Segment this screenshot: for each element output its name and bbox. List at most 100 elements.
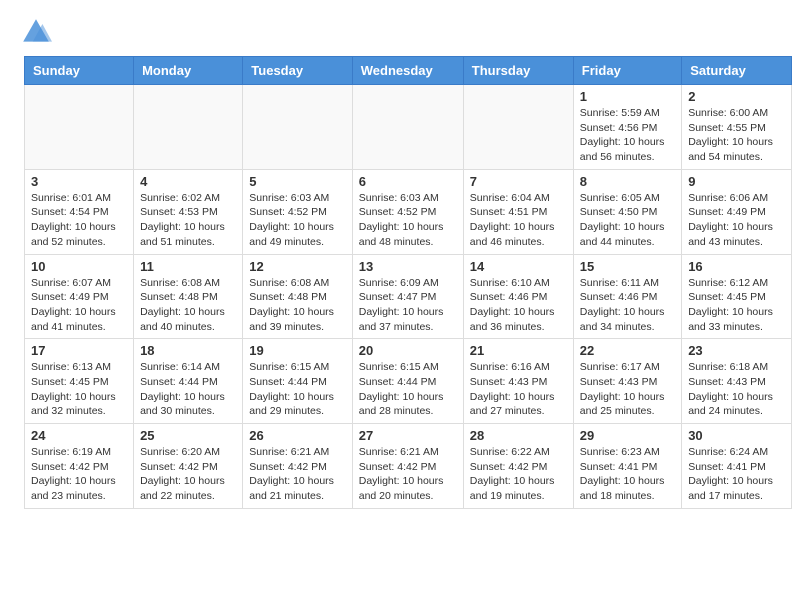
day-info: Sunrise: 6:15 AMSunset: 4:44 PMDaylight:… bbox=[359, 360, 457, 419]
calendar-cell: 4Sunrise: 6:02 AMSunset: 4:53 PMDaylight… bbox=[134, 169, 243, 254]
column-header-wednesday: Wednesday bbox=[352, 57, 463, 85]
day-number: 23 bbox=[688, 343, 785, 358]
calendar-cell: 2 Sunrise: 6:00 AMSunset: 4:55 PMDaylight… bbox=[682, 85, 792, 170]
calendar-cell bbox=[243, 85, 352, 170]
day-info: Sunrise: 6:09 AMSunset: 4:47 PMDaylight:… bbox=[359, 276, 457, 335]
calendar-cell: 21 Sunrise: 6:16 AMSunset: 4:43 PMDayligh… bbox=[463, 339, 573, 424]
day-info: Sunrise: 6:01 AMSunset: 4:54 PMDaylight:… bbox=[31, 191, 127, 250]
calendar-cell: 10Sunrise: 6:07 AMSunset: 4:49 PMDayligh… bbox=[25, 254, 134, 339]
calendar-cell bbox=[352, 85, 463, 170]
day-info: Sunrise: 5:59 AMSunset: 4:56 PMDaylight:… bbox=[580, 106, 675, 165]
day-number: 20 bbox=[359, 343, 457, 358]
calendar-cell: 26 Sunrise: 6:21 AMSunset: 4:42 PMDayligh… bbox=[243, 424, 352, 509]
day-info: Sunrise: 6:08 AMSunset: 4:48 PMDaylight:… bbox=[249, 276, 345, 335]
day-number: 18 bbox=[140, 343, 236, 358]
day-number: 10 bbox=[31, 259, 127, 274]
day-info: Sunrise: 6:12 AMSunset: 4:45 PMDaylight:… bbox=[688, 276, 785, 335]
calendar-cell: 19 Sunrise: 6:15 AMSunset: 4:44 PMDayligh… bbox=[243, 339, 352, 424]
day-number: 30 bbox=[688, 428, 785, 443]
day-info: Sunrise: 6:22 AMSunset: 4:42 PMDaylight:… bbox=[470, 445, 567, 504]
calendar-cell: 8 Sunrise: 6:05 AMSunset: 4:50 PMDaylight… bbox=[573, 169, 681, 254]
calendar-cell: 17 Sunrise: 6:13 AMSunset: 4:45 PMDayligh… bbox=[25, 339, 134, 424]
day-info: Sunrise: 6:19 AMSunset: 4:42 PMDaylight:… bbox=[31, 445, 127, 504]
calendar-cell: 29 Sunrise: 6:23 AMSunset: 4:41 PMDayligh… bbox=[573, 424, 681, 509]
day-info: Sunrise: 6:08 AMSunset: 4:48 PMDaylight:… bbox=[140, 276, 236, 335]
day-number: 12 bbox=[249, 259, 345, 274]
day-info: Sunrise: 6:13 AMSunset: 4:45 PMDaylight:… bbox=[31, 360, 127, 419]
calendar-cell bbox=[463, 85, 573, 170]
day-info: Sunrise: 6:00 AMSunset: 4:55 PMDaylight:… bbox=[688, 106, 785, 165]
day-number: 14 bbox=[470, 259, 567, 274]
calendar-cell: 27 Sunrise: 6:21 AMSunset: 4:42 PMDayligh… bbox=[352, 424, 463, 509]
calendar-cell: 24 Sunrise: 6:19 AMSunset: 4:42 PMDayligh… bbox=[25, 424, 134, 509]
day-number: 8 bbox=[580, 174, 675, 189]
day-info: Sunrise: 6:17 AMSunset: 4:43 PMDaylight:… bbox=[580, 360, 675, 419]
calendar-cell: 20 Sunrise: 6:15 AMSunset: 4:44 PMDayligh… bbox=[352, 339, 463, 424]
calendar-week-5: 24 Sunrise: 6:19 AMSunset: 4:42 PMDayligh… bbox=[25, 424, 792, 509]
day-info: Sunrise: 6:05 AMSunset: 4:50 PMDaylight:… bbox=[580, 191, 675, 250]
calendar-cell: 22 Sunrise: 6:17 AMSunset: 4:43 PMDayligh… bbox=[573, 339, 681, 424]
logo-icon bbox=[20, 16, 52, 48]
calendar-cell: 23Sunrise: 6:18 AMSunset: 4:43 PMDayligh… bbox=[682, 339, 792, 424]
calendar-cell: 5Sunrise: 6:03 AMSunset: 4:52 PMDaylight… bbox=[243, 169, 352, 254]
calendar-cell bbox=[25, 85, 134, 170]
day-info: Sunrise: 6:21 AMSunset: 4:42 PMDaylight:… bbox=[359, 445, 457, 504]
day-info: Sunrise: 6:15 AMSunset: 4:44 PMDaylight:… bbox=[249, 360, 345, 419]
day-number: 7 bbox=[470, 174, 567, 189]
column-header-sunday: Sunday bbox=[25, 57, 134, 85]
calendar-cell: 16 Sunrise: 6:12 AMSunset: 4:45 PMDayligh… bbox=[682, 254, 792, 339]
calendar-cell: 9Sunrise: 6:06 AMSunset: 4:49 PMDaylight… bbox=[682, 169, 792, 254]
header-row: SundayMondayTuesdayWednesdayThursdayFrid… bbox=[25, 57, 792, 85]
day-info: Sunrise: 6:21 AMSunset: 4:42 PMDaylight:… bbox=[249, 445, 345, 504]
calendar-cell: 11 Sunrise: 6:08 AMSunset: 4:48 PMDayligh… bbox=[134, 254, 243, 339]
calendar-cell: 13 Sunrise: 6:09 AMSunset: 4:47 PMDayligh… bbox=[352, 254, 463, 339]
calendar-cell: 28 Sunrise: 6:22 AMSunset: 4:42 PMDayligh… bbox=[463, 424, 573, 509]
day-number: 6 bbox=[359, 174, 457, 189]
day-number: 21 bbox=[470, 343, 567, 358]
day-number: 27 bbox=[359, 428, 457, 443]
day-number: 22 bbox=[580, 343, 675, 358]
day-info: Sunrise: 6:24 AMSunset: 4:41 PMDaylight:… bbox=[688, 445, 785, 504]
calendar-cell: 14 Sunrise: 6:10 AMSunset: 4:46 PMDayligh… bbox=[463, 254, 573, 339]
calendar-week-2: 3Sunrise: 6:01 AMSunset: 4:54 PMDaylight… bbox=[25, 169, 792, 254]
day-number: 15 bbox=[580, 259, 675, 274]
day-info: Sunrise: 6:11 AMSunset: 4:46 PMDaylight:… bbox=[580, 276, 675, 335]
day-number: 19 bbox=[249, 343, 345, 358]
day-info: Sunrise: 6:14 AMSunset: 4:44 PMDaylight:… bbox=[140, 360, 236, 419]
calendar-week-3: 10Sunrise: 6:07 AMSunset: 4:49 PMDayligh… bbox=[25, 254, 792, 339]
day-number: 24 bbox=[31, 428, 127, 443]
day-info: Sunrise: 6:02 AMSunset: 4:53 PMDaylight:… bbox=[140, 191, 236, 250]
day-info: Sunrise: 6:03 AMSunset: 4:52 PMDaylight:… bbox=[359, 191, 457, 250]
calendar-header: SundayMondayTuesdayWednesdayThursdayFrid… bbox=[25, 57, 792, 85]
day-number: 26 bbox=[249, 428, 345, 443]
calendar-table: SundayMondayTuesdayWednesdayThursdayFrid… bbox=[24, 56, 792, 509]
day-number: 2 bbox=[688, 89, 785, 104]
day-number: 28 bbox=[470, 428, 567, 443]
calendar-body: 1 Sunrise: 5:59 AMSunset: 4:56 PMDaylight… bbox=[25, 85, 792, 509]
calendar-week-4: 17 Sunrise: 6:13 AMSunset: 4:45 PMDayligh… bbox=[25, 339, 792, 424]
column-header-tuesday: Tuesday bbox=[243, 57, 352, 85]
day-info: Sunrise: 6:23 AMSunset: 4:41 PMDaylight:… bbox=[580, 445, 675, 504]
day-number: 25 bbox=[140, 428, 236, 443]
day-info: Sunrise: 6:10 AMSunset: 4:46 PMDaylight:… bbox=[470, 276, 567, 335]
column-header-monday: Monday bbox=[134, 57, 243, 85]
day-number: 29 bbox=[580, 428, 675, 443]
day-number: 16 bbox=[688, 259, 785, 274]
calendar-cell: 7 Sunrise: 6:04 AMSunset: 4:51 PMDaylight… bbox=[463, 169, 573, 254]
day-info: Sunrise: 6:04 AMSunset: 4:51 PMDaylight:… bbox=[470, 191, 567, 250]
day-number: 11 bbox=[140, 259, 236, 274]
day-info: Sunrise: 6:03 AMSunset: 4:52 PMDaylight:… bbox=[249, 191, 345, 250]
day-number: 9 bbox=[688, 174, 785, 189]
day-number: 17 bbox=[31, 343, 127, 358]
calendar-cell: 3Sunrise: 6:01 AMSunset: 4:54 PMDaylight… bbox=[25, 169, 134, 254]
column-header-saturday: Saturday bbox=[682, 57, 792, 85]
day-number: 1 bbox=[580, 89, 675, 104]
calendar-wrapper: SundayMondayTuesdayWednesdayThursdayFrid… bbox=[0, 56, 792, 509]
calendar-cell: 25Sunrise: 6:20 AMSunset: 4:42 PMDayligh… bbox=[134, 424, 243, 509]
day-info: Sunrise: 6:16 AMSunset: 4:43 PMDaylight:… bbox=[470, 360, 567, 419]
calendar-cell bbox=[134, 85, 243, 170]
calendar-cell: 15 Sunrise: 6:11 AMSunset: 4:46 PMDayligh… bbox=[573, 254, 681, 339]
footer bbox=[0, 509, 792, 517]
day-number: 13 bbox=[359, 259, 457, 274]
calendar-cell: 18 Sunrise: 6:14 AMSunset: 4:44 PMDayligh… bbox=[134, 339, 243, 424]
